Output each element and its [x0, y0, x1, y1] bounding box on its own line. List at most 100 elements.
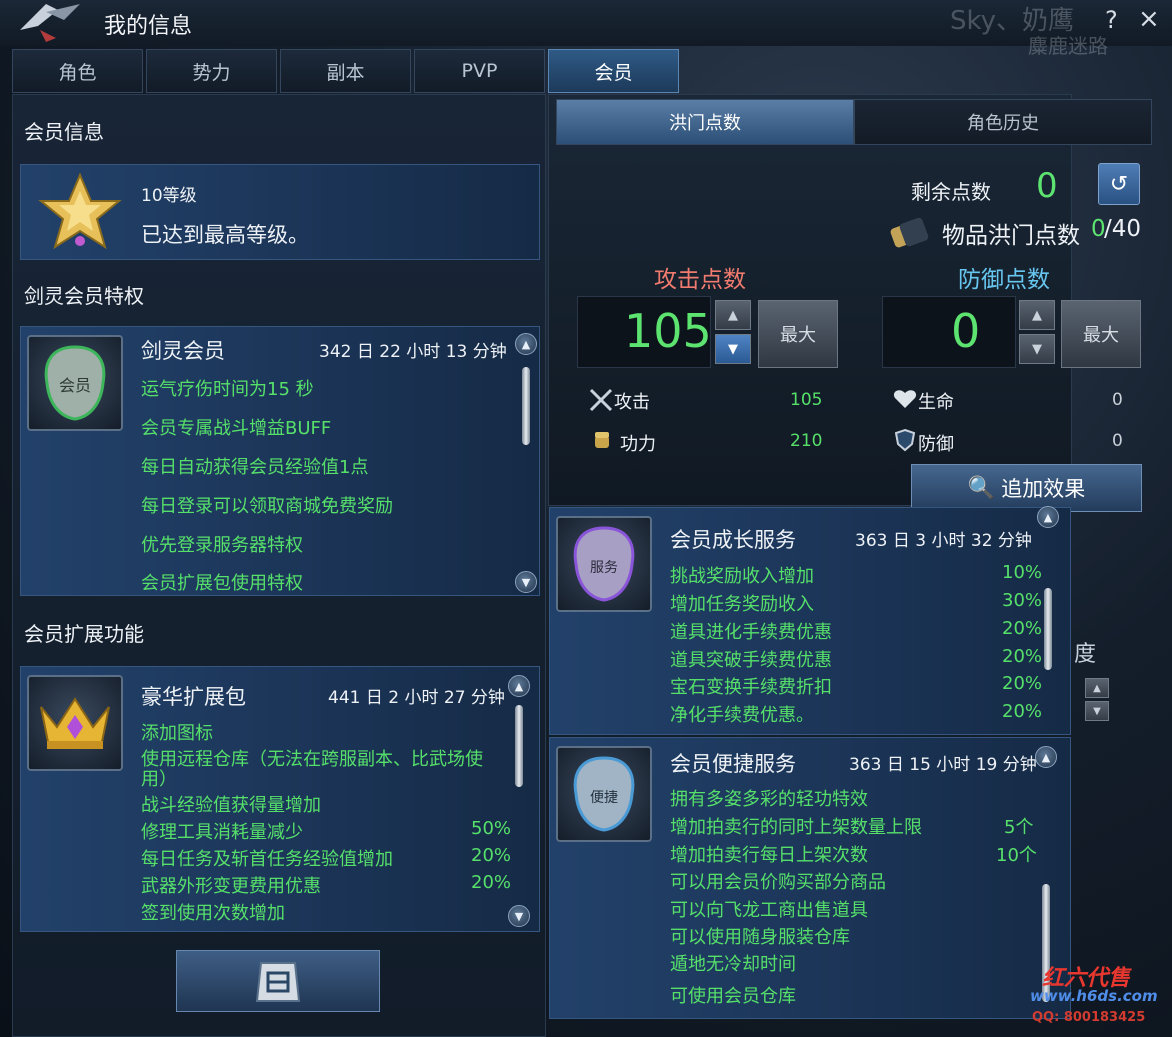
defense-points-box: [882, 296, 1016, 368]
deluxe-perk: 修理工具消耗量减少: [141, 822, 303, 843]
store-button[interactable]: [176, 950, 380, 1012]
main-tabs: 角色 势力 副本 PVP 会员: [12, 49, 682, 93]
stat-life-value: 0: [1112, 390, 1123, 410]
fist-icon: [595, 432, 609, 448]
deluxe-name: 豪华扩展包: [141, 685, 246, 709]
defense-decrease-button[interactable]: ▼: [1019, 334, 1055, 364]
scroll-down-button[interactable]: ▼: [508, 905, 530, 927]
scroll-thumb[interactable]: [515, 705, 523, 787]
attack-max-button[interactable]: 最大: [758, 300, 838, 368]
growth-row-value: 20%: [1002, 701, 1043, 722]
member-level-card: 10等级 已达到最高等级。: [20, 164, 540, 260]
title-bar: 我的信息 Sky、奶鹰 麋鹿迷路 ? ×: [0, 0, 1172, 58]
scroll-up-button[interactable]: ▲: [1037, 506, 1059, 528]
deluxe-perk-value: 50%: [471, 818, 512, 839]
side-down-button[interactable]: ▼: [1085, 701, 1109, 721]
seller-qq: QQ: 800183425: [1032, 1010, 1146, 1025]
game-logo-icon: [20, 4, 80, 42]
growth-service-time: 363 日 3 小时 32 分钟: [855, 531, 1032, 551]
growth-service-icon: 服务: [556, 516, 652, 612]
add-effect-label: 追加效果: [1001, 477, 1086, 501]
scroll-item-icon: [890, 217, 929, 248]
tab-membership[interactable]: 会员: [548, 49, 679, 93]
attack-points-label: 攻击点数: [654, 267, 746, 293]
growth-row: 增加任务奖励收入: [670, 594, 814, 615]
close-button[interactable]: ×: [1138, 4, 1160, 34]
tab-character[interactable]: 角色: [12, 49, 143, 93]
growth-row-value: 20%: [1002, 618, 1043, 639]
vip-perk: 会员扩展包使用特权: [141, 573, 303, 594]
growth-row: 净化手续费优惠。: [670, 705, 814, 726]
deluxe-perk: 添加图标: [141, 723, 213, 744]
deluxe-perk: 使用远程仓库（无法在跨服副本、比武场使: [141, 749, 483, 770]
stat-attack-label: 攻击: [614, 392, 650, 413]
remaining-points-label: 剩余点数: [911, 180, 991, 204]
scroll-thumb[interactable]: [522, 367, 530, 445]
member-info-title: 会员信息: [24, 120, 104, 144]
reset-button[interactable]: ↺: [1098, 163, 1140, 205]
convenience-row: 可以使用随身服装仓库: [670, 927, 850, 948]
convenience-row: 增加拍卖行每日上架次数: [670, 845, 868, 866]
defense-increase-button[interactable]: ▲: [1019, 300, 1055, 330]
deluxe-perk: 用）: [141, 769, 177, 790]
deluxe-perk-value: 20%: [471, 872, 512, 893]
vip-time: 342 日 22 小时 13 分钟: [319, 342, 507, 362]
tab-pvp[interactable]: PVP: [414, 49, 545, 93]
convenience-row: 遁地无冷却时间: [670, 954, 796, 975]
convenience-row: 可以用会员价购买部分商品: [670, 872, 886, 893]
deluxe-perk-value: 20%: [471, 845, 512, 866]
vip-perk: 会员专属战斗增益BUFF: [141, 418, 332, 439]
scroll-down-button[interactable]: ▼: [515, 571, 537, 593]
attack-increase-button[interactable]: ▲: [715, 300, 751, 330]
vip-icon: 会员: [27, 335, 123, 431]
scroll-up-button[interactable]: ▲: [515, 333, 537, 355]
convenience-row-value: 10个: [996, 845, 1037, 866]
item-points-label: 物品洪门点数: [942, 223, 1080, 249]
vip-perk: 每日自动获得会员经验值1点: [141, 457, 369, 478]
deluxe-perk: 每日任务及斩首任务经验值增加: [141, 849, 393, 870]
convenience-service-time: 363 日 15 小时 19 分钟: [849, 755, 1037, 775]
side-up-button[interactable]: ▲: [1085, 678, 1109, 698]
help-button[interactable]: ?: [1105, 6, 1118, 34]
tab-character-history[interactable]: 角色历史: [854, 99, 1152, 145]
stat-defense-label: 防御: [918, 434, 954, 455]
vip-card: 会员 剑灵会员 342 日 22 小时 13 分钟 运气疗伤时间为15 秒 会员…: [20, 326, 540, 596]
heart-icon: [893, 390, 917, 408]
defense-points-label: 防御点数: [958, 267, 1050, 293]
side-label: 度: [1074, 642, 1097, 667]
vip-name: 剑灵会员: [141, 339, 225, 363]
growth-row: 挑战奖励收入增加: [670, 566, 814, 587]
member-level-desc: 已达到最高等级。: [141, 223, 309, 247]
attack-decrease-button[interactable]: ▼: [715, 334, 751, 364]
seller-url: www.h6ds.com: [1030, 987, 1158, 1005]
deluxe-perk: 签到使用次数增加: [141, 903, 285, 924]
expansion-title: 会员扩展功能: [24, 622, 144, 646]
stat-power-label: 功力: [620, 434, 656, 455]
item-points-max: /40: [1104, 216, 1142, 242]
sub-tabs: 洪门点数 角色历史: [556, 99, 1152, 145]
remaining-points-value: 0: [1036, 166, 1058, 206]
scroll-up-button[interactable]: ▲: [508, 675, 530, 697]
add-effect-button[interactable]: 🔍 追加效果: [911, 464, 1142, 512]
vip-perk: 运气疗伤时间为15 秒: [141, 379, 314, 400]
store-icon: [255, 962, 301, 1002]
convenience-row-value: 5个: [1004, 817, 1034, 838]
scroll-thumb[interactable]: [1044, 588, 1052, 670]
deluxe-perk: 武器外形变更费用优惠: [141, 876, 321, 897]
search-icon: 🔍: [967, 475, 996, 501]
crossed-swords-icon: [589, 388, 613, 412]
defense-max-button[interactable]: 最大: [1061, 300, 1141, 368]
svg-text:便捷: 便捷: [590, 790, 618, 806]
crown-icon: [27, 675, 123, 771]
tab-faction[interactable]: 势力: [146, 49, 277, 93]
growth-row-value: 30%: [1002, 590, 1043, 611]
scroll-up-button[interactable]: ▲: [1035, 746, 1057, 768]
convenience-service-card: 便捷 会员便捷服务 363 日 15 小时 19 分钟 拥有多姿多彩的轻功特效 …: [549, 737, 1071, 1019]
tab-dungeon[interactable]: 副本: [280, 49, 411, 93]
tab-hongmen-points[interactable]: 洪门点数: [556, 99, 854, 145]
stat-power-value: 210: [790, 431, 823, 451]
growth-service-card: 服务 会员成长服务 363 日 3 小时 32 分钟 挑战奖励收入增加 10% …: [549, 506, 1071, 735]
growth-row: 宝石变换手续费折扣: [670, 677, 832, 698]
vip-perk: 每日登录可以领取商城免费奖励: [141, 496, 393, 517]
convenience-row: 可以向飞龙工商出售道具: [670, 900, 868, 921]
